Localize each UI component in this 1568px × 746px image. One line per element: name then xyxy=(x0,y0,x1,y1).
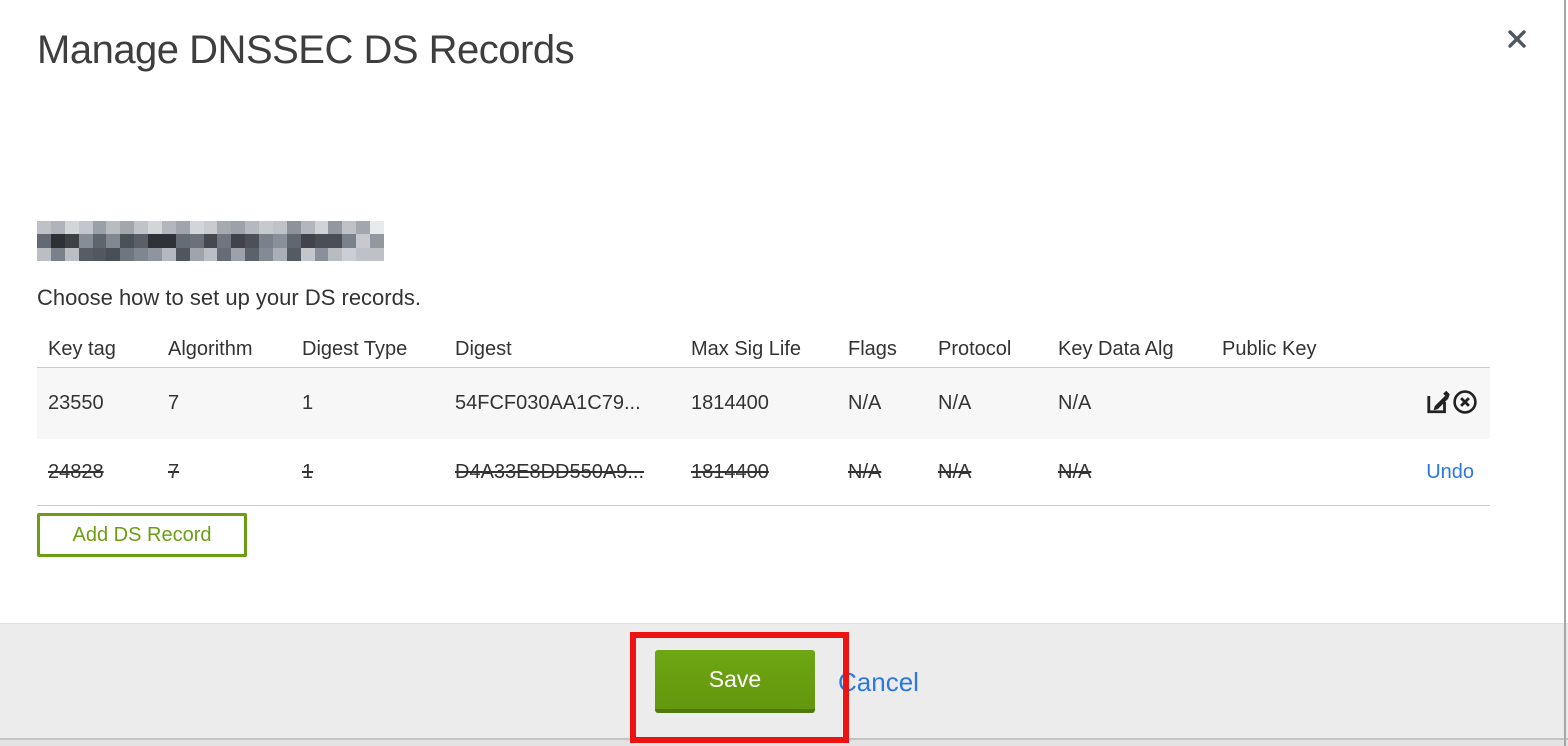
flags-value: N/A xyxy=(848,460,882,483)
close-icon xyxy=(1505,27,1529,54)
key-tag-value: 24828 xyxy=(48,460,104,483)
row-actions: Undo xyxy=(1332,461,1490,484)
algorithm-value: 7 xyxy=(168,392,180,414)
page-title: Manage DNSSEC DS Records xyxy=(37,28,575,72)
save-button[interactable]: Save xyxy=(655,650,815,713)
window-right-edge xyxy=(1564,0,1566,746)
digest-value: D4A33E8DD550A9... xyxy=(455,460,645,483)
row-actions xyxy=(1332,390,1490,417)
close-button[interactable] xyxy=(1501,24,1533,56)
delete-record-button[interactable] xyxy=(1451,390,1478,417)
column-header-digest-type: Digest Type xyxy=(302,338,408,360)
window-bottom-edge xyxy=(0,738,1568,746)
ds-record-row-1: 23550 7 1 54FCF030AA1C79... 1814400 N/A … xyxy=(37,368,1490,439)
key-tag-value: 23550 xyxy=(48,392,104,414)
edit-icon xyxy=(1425,390,1451,417)
column-header-public-key: Public Key xyxy=(1222,338,1317,360)
digest-type-value: 1 xyxy=(302,460,314,483)
subtitle-text: Choose how to set up your DS records. xyxy=(37,285,421,310)
add-ds-record-button[interactable]: Add DS Record xyxy=(37,513,247,557)
redacted-domain-name xyxy=(37,221,384,261)
key-data-alg-value: N/A xyxy=(1058,460,1092,483)
digest-value: 54FCF030AA1C79... xyxy=(455,392,641,414)
column-header-key-data-alg: Key Data Alg xyxy=(1058,338,1174,360)
column-header-algorithm: Algorithm xyxy=(168,338,253,360)
key-data-alg-value: N/A xyxy=(1058,392,1092,414)
column-header-max-sig-life: Max Sig Life xyxy=(691,338,802,360)
column-header-key-tag: Key tag xyxy=(48,338,116,360)
max-sig-life-value: 1814400 xyxy=(691,460,769,483)
ds-record-row-2-deleted: 24828 7 1 D4A33E8DD550A9... 1814400 N/A … xyxy=(37,439,1490,506)
column-header-digest: Digest xyxy=(455,338,512,360)
undo-delete-link[interactable]: Undo xyxy=(1426,461,1478,484)
protocol-value: N/A xyxy=(938,392,972,414)
digest-type-value: 1 xyxy=(302,392,314,414)
flags-value: N/A xyxy=(848,392,882,414)
cancel-link[interactable]: Cancel xyxy=(838,667,919,698)
edit-record-button[interactable] xyxy=(1424,390,1451,417)
column-header-protocol: Protocol xyxy=(938,338,1012,360)
table-header-row: Key tag Algorithm Digest Type Digest Max… xyxy=(37,332,1490,368)
max-sig-life-value: 1814400 xyxy=(691,392,769,414)
protocol-value: N/A xyxy=(938,460,972,483)
algorithm-value: 7 xyxy=(168,460,180,483)
manage-dnssec-ds-records-modal: Manage DNSSEC DS Records Choose how to s… xyxy=(0,0,1568,746)
column-header-flags: Flags xyxy=(848,338,897,360)
ds-records-table: Key tag Algorithm Digest Type Digest Max… xyxy=(37,332,1490,506)
delete-x-circle-icon xyxy=(1452,390,1478,417)
